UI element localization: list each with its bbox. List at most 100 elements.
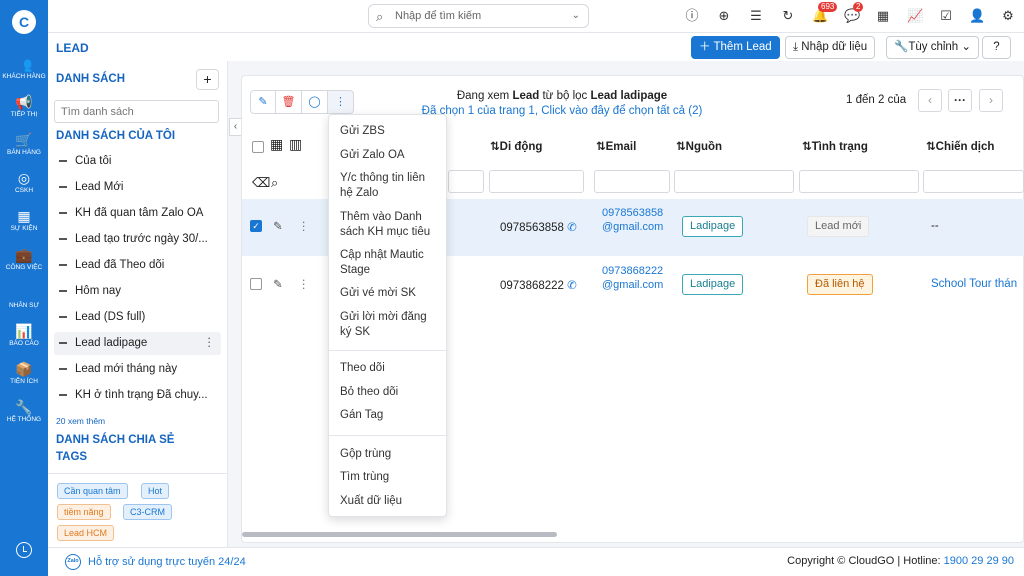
app-logo[interactable]: C: [12, 10, 36, 34]
list-item[interactable]: KH đã quan tâm Zalo OA: [54, 202, 221, 225]
prev-page-button[interactable]: ‹: [918, 89, 942, 112]
checkbox-icon[interactable]: ☑: [938, 8, 954, 24]
customers-icon: 👥: [15, 56, 33, 72]
tag-chip[interactable]: Cần quan tâm: [57, 483, 128, 499]
row-campaign[interactable]: School Tour thán: [931, 278, 1024, 290]
shared-lists-heading[interactable]: DANH SÁCH CHIA SẺ: [56, 434, 174, 446]
rail-item-customers[interactable]: 👥 KHÁCH HÀNG: [0, 56, 48, 81]
rail-item-support[interactable]: ◎ CSKH: [0, 170, 48, 195]
list-item[interactable]: Lead mới tháng này: [54, 358, 221, 381]
rail-item-marketing[interactable]: 📢 TIẾP THỊ: [0, 94, 48, 119]
rail-item-system[interactable]: 🔧 HỆ THỐNG: [0, 399, 48, 424]
list-item[interactable]: Hôm nay: [54, 280, 221, 303]
filter-input[interactable]: [674, 170, 794, 193]
gear-icon[interactable]: ⚙: [1000, 8, 1016, 24]
edit-icon[interactable]: ✎: [250, 90, 276, 114]
list-search-input[interactable]: [54, 100, 219, 123]
rail-item-events[interactable]: ▦ SỰ KIỆN: [0, 208, 48, 233]
tag-chip[interactable]: tiềm năng: [57, 504, 111, 520]
comment-icon[interactable]: ◯: [302, 90, 328, 114]
menu-item[interactable]: Gửi vé mời SK: [340, 286, 440, 301]
hotline-number[interactable]: 1900 29 29 90: [944, 555, 1014, 567]
row-email[interactable]: 0973868222@gmail.com: [602, 264, 666, 292]
alert-icon[interactable]: ⓘ: [684, 8, 700, 24]
menu-item[interactable]: Gửi lời mời đăng ký SK: [340, 310, 440, 340]
tag-chip[interactable]: C3-CRM: [123, 504, 172, 520]
edit-icon[interactable]: ✎: [273, 277, 283, 291]
search-icon[interactable]: ⌕: [271, 175, 278, 191]
column-header-source[interactable]: ⇅Nguồn: [676, 139, 722, 153]
filter-input[interactable]: [799, 170, 919, 193]
global-search[interactable]: ⌕ Nhập để tìm kiếm ⌄: [368, 4, 589, 28]
trash-icon[interactable]: 🗑: [276, 90, 302, 114]
list-icon[interactable]: ☰: [748, 8, 764, 24]
menu-item[interactable]: Thêm vào Danh sách KH mục tiêu: [340, 210, 440, 240]
customize-button[interactable]: 🔧Tùy chỉnh ⌄: [886, 36, 980, 59]
list-item-selected[interactable]: Lead ladipage ⋮: [54, 332, 221, 355]
next-page-button[interactable]: ›: [979, 89, 1003, 112]
chat-icon[interactable]: 💬 2: [844, 2, 864, 24]
menu-item[interactable]: Tìm trùng: [340, 470, 440, 485]
tag-chip[interactable]: Lead HCM: [57, 525, 115, 541]
list-item[interactable]: Lead đã Theo dõi: [54, 254, 221, 277]
table-view-icon[interactable]: ▦: [270, 136, 283, 153]
list-item[interactable]: KH ở tình trạng Đã chuy...: [54, 384, 221, 407]
add-lead-button[interactable]: ＋ Thêm Lead: [691, 36, 780, 59]
row-checkbox[interactable]: ✓: [250, 220, 262, 232]
rail-item-sales[interactable]: 🛒 BÁN HÀNG: [0, 132, 48, 157]
add-list-button[interactable]: +: [196, 69, 219, 90]
menu-item[interactable]: Gửi ZBS: [340, 124, 440, 139]
support-link[interactable]: Hỗ trợ sử dụng trực tuyến 24/24: [88, 556, 246, 568]
rail-item-hr[interactable]: 👤 NHÂN SỰ: [0, 285, 48, 310]
column-header-email[interactable]: ⇅Email: [596, 139, 636, 153]
column-header-mobile[interactable]: ⇅Di động: [490, 139, 542, 153]
more-vertical-icon[interactable]: ⋮: [298, 219, 310, 233]
phone-icon[interactable]: ✆: [567, 280, 577, 292]
chart-icon[interactable]: 📈: [907, 8, 923, 24]
row-email[interactable]: 0978563858@gmail.com: [602, 206, 666, 234]
clock-icon[interactable]: [16, 542, 32, 558]
tag-chip[interactable]: Hot: [141, 483, 170, 499]
list-item[interactable]: Lead Mới: [54, 176, 221, 199]
select-all-checkbox[interactable]: [252, 141, 264, 153]
menu-item[interactable]: Gộp trùng: [340, 447, 440, 462]
horizontal-scrollbar[interactable]: [242, 532, 557, 537]
menu-item[interactable]: Theo dõi: [340, 361, 440, 376]
menu-item[interactable]: Gửi Zalo OA: [340, 148, 440, 163]
import-data-button[interactable]: ⤓ Nhập dữ liệu: [785, 36, 876, 59]
rail-item-reports[interactable]: 📊 BÁO CÁO: [0, 323, 48, 348]
edit-icon[interactable]: ✎: [273, 219, 283, 233]
filter-input[interactable]: [923, 170, 1024, 193]
calendar-icon[interactable]: ▦: [875, 8, 891, 24]
menu-item[interactable]: Gán Tag: [340, 408, 440, 423]
zalo-icon[interactable]: Zalo: [65, 554, 81, 570]
filter-input[interactable]: [448, 170, 484, 193]
list-item[interactable]: Lead tạo trước ngày 30/...: [54, 228, 221, 251]
user-icon[interactable]: 👤: [969, 8, 985, 24]
refresh-icon[interactable]: ↻: [780, 8, 796, 24]
help-button[interactable]: ?: [982, 36, 1011, 59]
list-item[interactable]: Của tôi: [54, 150, 221, 173]
show-more-link[interactable]: 20 xem thêm: [56, 416, 105, 426]
menu-item[interactable]: Xuất dữ liệu: [340, 494, 440, 509]
menu-item[interactable]: Y/c thông tin liên hệ Zalo: [340, 171, 440, 201]
rail-item-utilities[interactable]: 📦 TIỆN ÍCH: [0, 361, 48, 386]
add-circle-icon[interactable]: ⊕: [716, 8, 732, 24]
menu-item[interactable]: Cập nhật Mautic Stage: [340, 248, 440, 278]
bell-icon[interactable]: 🔔 693: [812, 2, 838, 24]
column-header-status[interactable]: ⇅Tình trạng: [802, 139, 868, 153]
list-item[interactable]: Lead (DS full): [54, 306, 221, 329]
column-view-icon[interactable]: ▥: [289, 136, 302, 153]
more-horizontal-icon[interactable]: ···: [948, 89, 972, 112]
rail-item-tasks[interactable]: 💼 CÔNG VIỆC: [0, 247, 48, 272]
filter-input[interactable]: [489, 170, 584, 193]
phone-icon[interactable]: ✆: [567, 222, 577, 234]
menu-item[interactable]: Bỏ theo dõi: [340, 385, 440, 400]
column-header-campaign[interactable]: ⇅Chiến dịch: [926, 139, 994, 153]
row-checkbox[interactable]: [250, 278, 262, 290]
more-vertical-icon[interactable]: ⋮: [204, 332, 216, 355]
more-vertical-icon[interactable]: ⋮: [298, 277, 310, 291]
filter-input[interactable]: [594, 170, 670, 193]
tags-heading[interactable]: TAGS: [56, 451, 87, 463]
eraser-icon[interactable]: ⌫: [252, 175, 270, 191]
